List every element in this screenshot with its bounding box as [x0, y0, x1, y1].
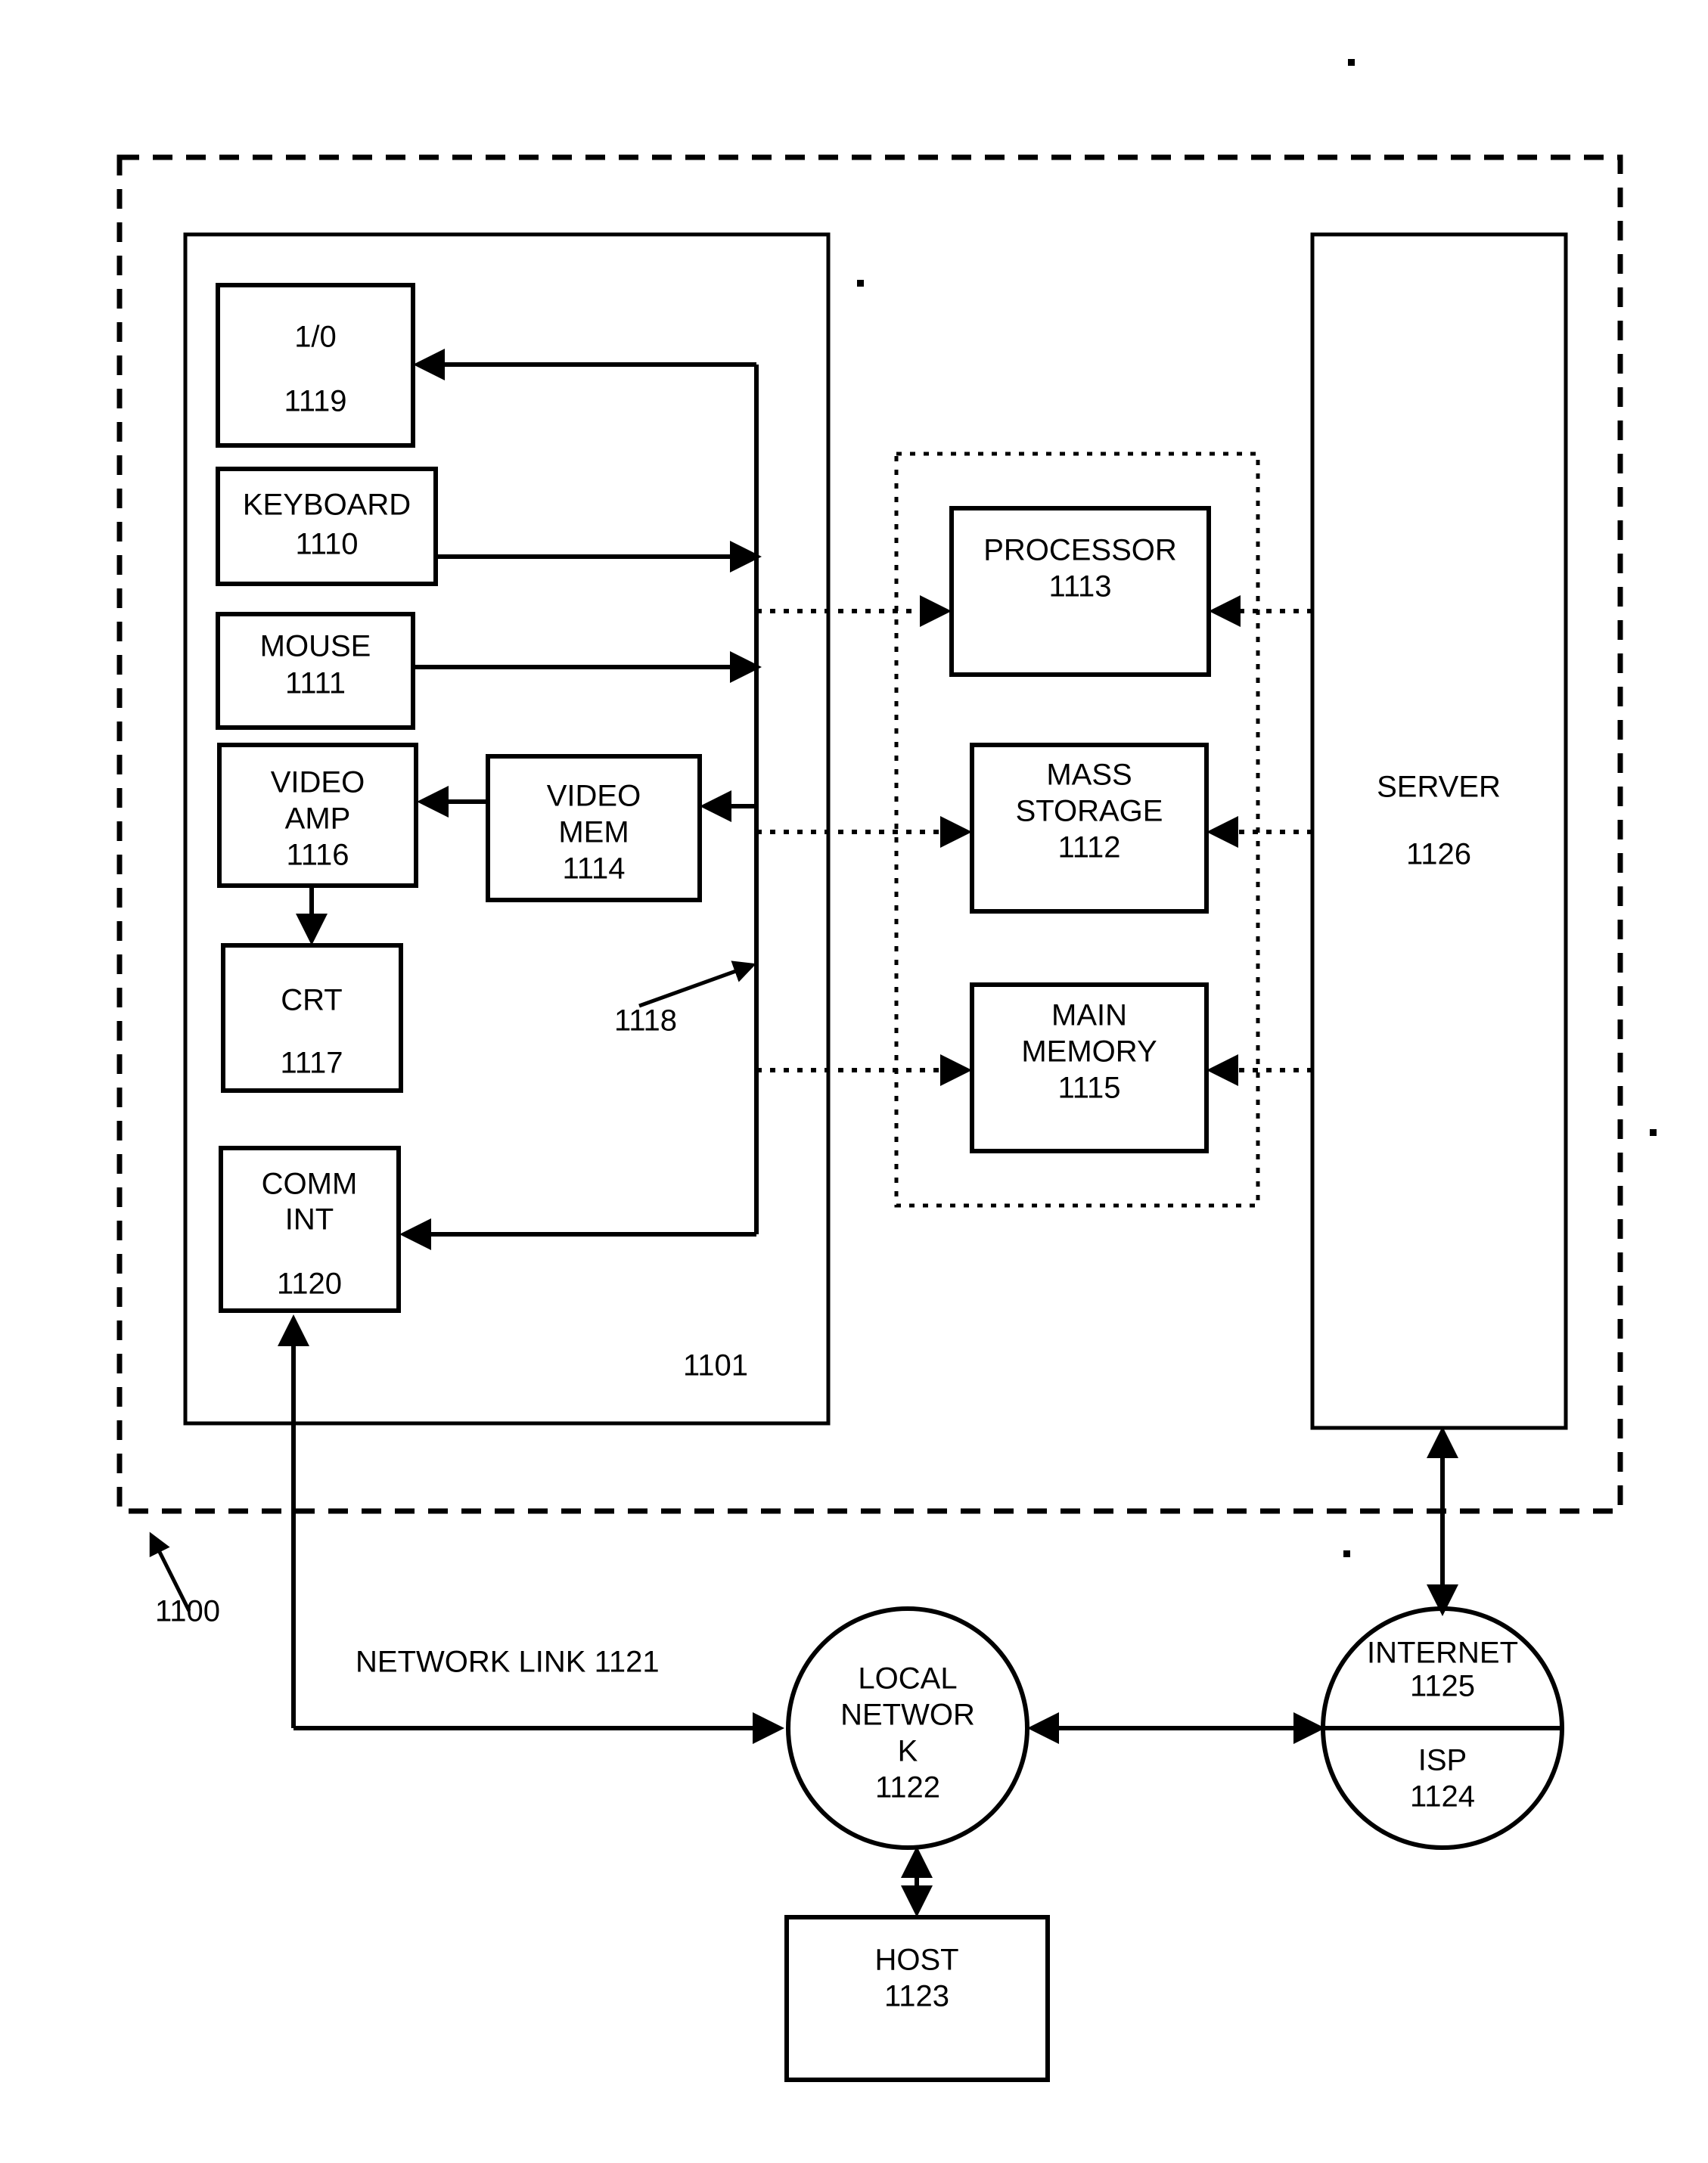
block-video-mem-title-1: VIDEO: [547, 780, 641, 813]
node-local-network-title-1: LOCAL: [858, 1662, 957, 1696]
block-mass-storage: MASS STORAGE 1112: [970, 743, 1209, 914]
block-video-amp-title-2: AMP: [285, 802, 351, 836]
block-io-rect: [216, 283, 415, 448]
block-comm-int: COMM INT 1120: [219, 1146, 401, 1313]
node-isp-ref: 1124: [1410, 1780, 1475, 1814]
block-io: 1/0 1119: [216, 283, 415, 448]
block-processor-title: PROCESSOR: [983, 534, 1177, 567]
patent-figure-root: 1/0 1119 KEYBOARD 1110 MOUSE 1111 VIDEO …: [0, 0, 1708, 2163]
block-mouse: MOUSE 1111: [216, 612, 415, 730]
block-host-title: HOST: [874, 1944, 958, 1977]
node-local-network-title-3: K: [898, 1735, 918, 1768]
node-internet-title: INTERNET: [1367, 1637, 1518, 1670]
block-main-memory-ref: 1115: [1057, 1072, 1120, 1105]
block-keyboard-title: KEYBOARD: [243, 489, 411, 522]
block-video-amp-title-1: VIDEO: [271, 766, 365, 799]
block-video-amp: VIDEO AMP 1116: [217, 743, 418, 888]
block-processor: PROCESSOR 1113: [949, 506, 1211, 677]
block-host: HOST 1123: [784, 1915, 1050, 2082]
block-video-mem-title-2: MEM: [558, 816, 629, 849]
computer-system-block-diagram: 1/0 1119 KEYBOARD 1110 MOUSE 1111 VIDEO …: [116, 59, 1657, 2082]
network-link-label-1121: NETWORK LINK 1121: [356, 1646, 660, 1679]
node-local-network-title-2: NETWOR: [840, 1699, 975, 1732]
block-io-title: 1/0: [294, 321, 337, 354]
computer-ref-label-1101: 1101: [683, 1349, 748, 1383]
node-internet-isp: INTERNET 1125 ISP 1124: [1321, 1606, 1564, 1850]
block-server-rect: [1310, 232, 1568, 1430]
node-local-network: LOCAL NETWOR K 1122: [786, 1606, 1029, 1850]
node-isp-title: ISP: [1418, 1744, 1467, 1777]
block-keyboard-ref: 1110: [295, 528, 358, 561]
block-mouse-title: MOUSE: [260, 630, 371, 663]
block-crt: CRT 1117: [221, 943, 403, 1093]
block-mass-storage-title-1: MASS: [1046, 759, 1132, 792]
block-video-amp-ref: 1116: [286, 839, 349, 872]
block-comm-int-ref: 1120: [277, 1268, 342, 1301]
block-server-ref: 1126: [1406, 838, 1471, 871]
block-crt-ref: 1117: [280, 1047, 343, 1080]
block-server-title: SERVER: [1377, 771, 1501, 804]
block-main-memory: MAIN MEMORY 1115: [970, 982, 1209, 1153]
block-main-memory-title-2: MEMORY: [1021, 1035, 1157, 1069]
block-keyboard: KEYBOARD 1110: [216, 467, 438, 586]
bus-ref-label-1118: 1118: [614, 1004, 677, 1038]
block-mouse-ref: 1111: [285, 667, 346, 700]
block-comm-int-title-1: COMM: [262, 1168, 358, 1201]
page-speck-upper-mid: [857, 280, 864, 287]
block-main-memory-title-1: MAIN: [1051, 999, 1127, 1032]
page-speck-top-right: [1348, 59, 1355, 66]
node-internet-ref: 1125: [1410, 1670, 1475, 1703]
block-host-ref: 1123: [884, 1980, 949, 2013]
node-local-network-ref: 1122: [875, 1771, 940, 1805]
block-mass-storage-ref: 1112: [1057, 831, 1120, 864]
block-video-mem: VIDEO MEM 1114: [486, 754, 702, 902]
block-server: SERVER 1126: [1310, 232, 1568, 1430]
system-ref-label-1100: 1100: [155, 1595, 220, 1628]
block-mass-storage-title-2: STORAGE: [1016, 795, 1163, 828]
block-keyboard-rect: [216, 467, 438, 586]
block-video-mem-ref: 1114: [562, 852, 625, 886]
block-processor-ref: 1113: [1048, 570, 1111, 604]
page-speck-right-mid: [1650, 1129, 1657, 1136]
page-speck-lower-right: [1343, 1550, 1350, 1557]
bus-ref-leader-line: [638, 960, 756, 1008]
block-crt-title: CRT: [281, 984, 342, 1017]
block-comm-int-title-2: INT: [285, 1203, 334, 1237]
block-io-ref: 1119: [284, 385, 346, 418]
